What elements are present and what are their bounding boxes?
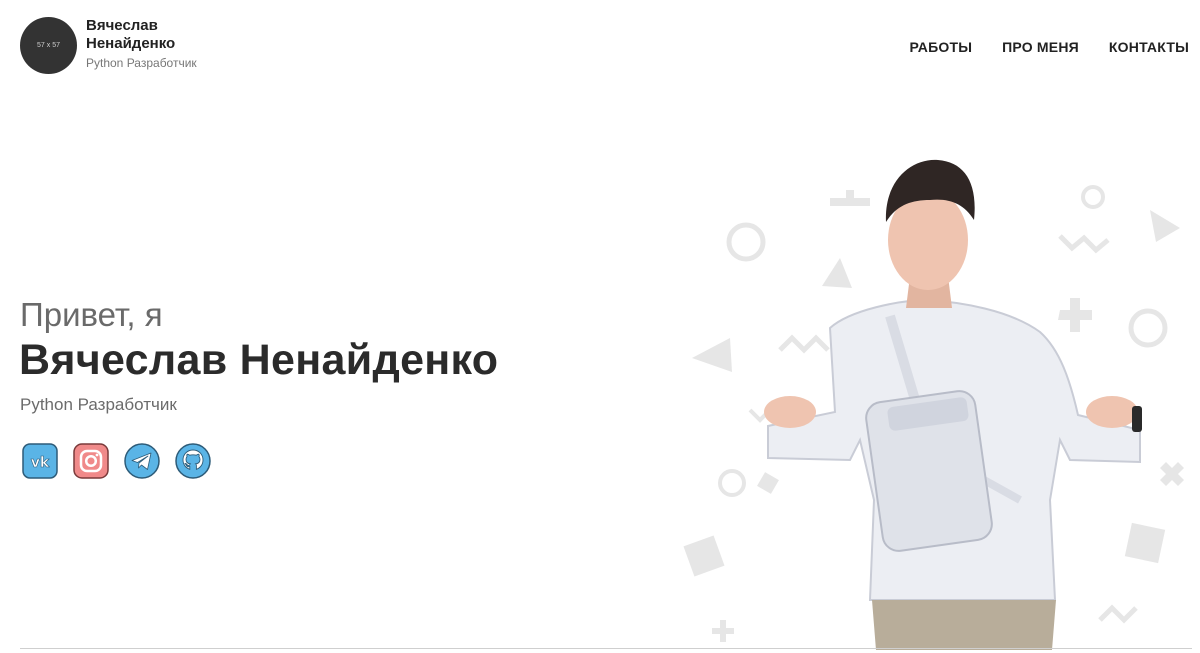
section-divider xyxy=(20,648,1192,649)
hero-illustration xyxy=(683,159,1184,650)
nav-item-contacts[interactable]: КОНТАКТЫ xyxy=(1109,39,1189,55)
vk-icon: vk xyxy=(22,443,58,479)
site-header: 57 x 57 Вячеслав Ненайденко Python Разра… xyxy=(0,0,1200,95)
main-nav: РАБОТЫ ПРО МЕНЯ КОНТАКТЫ xyxy=(910,39,1190,55)
hero-name: Вячеслав Ненайденко xyxy=(19,336,499,384)
vk-link[interactable]: vk xyxy=(21,442,59,480)
hero-greeting: Привет, я xyxy=(20,296,163,333)
social-links: vk xyxy=(21,442,212,480)
brand-name[interactable]: Вячеслав Ненайденко xyxy=(86,17,226,53)
instagram-link[interactable] xyxy=(72,442,110,480)
portrait-photo xyxy=(764,159,1142,650)
github-icon xyxy=(175,443,211,479)
avatar[interactable]: 57 x 57 xyxy=(20,17,77,74)
instagram-icon xyxy=(73,443,109,479)
github-link[interactable] xyxy=(174,442,212,480)
hero-role: Python Разработчик xyxy=(20,395,177,414)
svg-text:vk: vk xyxy=(31,455,50,471)
nav-item-about[interactable]: ПРО МЕНЯ xyxy=(1002,39,1079,55)
telegram-icon xyxy=(124,443,160,479)
brand-role: Python Разработчик xyxy=(86,56,197,70)
telegram-link[interactable] xyxy=(123,442,161,480)
nav-item-works[interactable]: РАБОТЫ xyxy=(910,39,973,55)
